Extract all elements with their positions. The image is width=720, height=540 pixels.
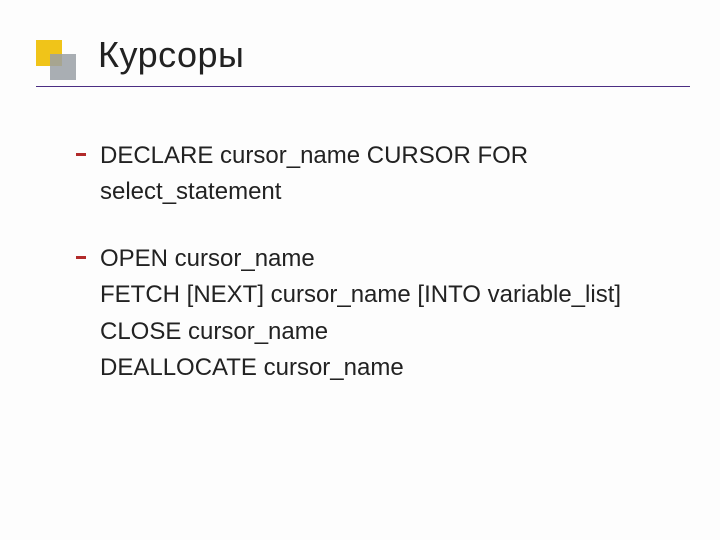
code-line: DECLARE cursor_name CURSOR FOR [100,140,680,172]
bullet-dash-icon [76,256,86,259]
slide-title-block: Курсоры [36,34,690,95]
code-line: CLOSE cursor_name [100,316,680,348]
bullet-dash-icon [76,153,86,156]
slide-body: DECLARE cursor_name CURSOR FOR select_st… [100,140,680,388]
slide-title: Курсоры [98,34,690,76]
code-line: select_statement [100,176,680,208]
slide: Курсоры DECLARE cursor_name CURSOR FOR s… [0,0,720,540]
title-underline [36,86,690,87]
code-line: FETCH [NEXT] cursor_name [INTO variable_… [100,279,680,311]
body-block-1: OPEN cursor_name FETCH [NEXT] cursor_nam… [100,243,680,385]
code-line: DEALLOCATE cursor_name [100,352,680,384]
body-block-0: DECLARE cursor_name CURSOR FOR select_st… [100,140,680,209]
title-bullet-icon [36,40,74,78]
code-line: OPEN cursor_name [100,243,680,275]
